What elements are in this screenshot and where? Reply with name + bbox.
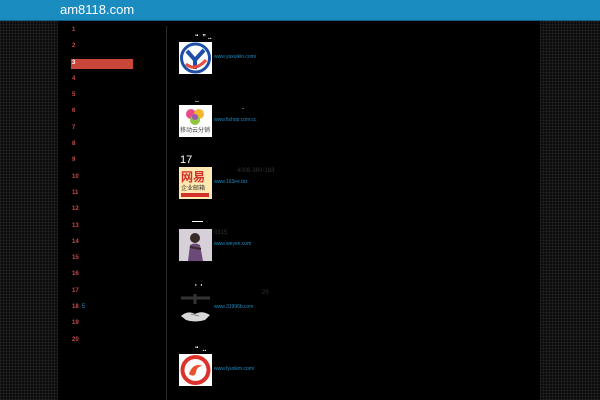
- rank-number: 12: [72, 206, 79, 213]
- rank-number: 17: [72, 287, 79, 294]
- rank-number: 3: [72, 59, 76, 66]
- rank-item-active[interactable]: 3: [71, 58, 133, 69]
- rank-number: 13: [72, 222, 79, 229]
- portrait-logo-icon[interactable]: [179, 229, 212, 261]
- rank-item[interactable]: 11: [71, 189, 133, 205]
- logo-caption: 移动云分销: [180, 128, 211, 134]
- rank-number: 16: [72, 271, 79, 278]
- column-divider: [166, 26, 167, 400]
- site-entry[interactable]: .. 移动云分销 www.fishop.com.cc: [179, 97, 379, 141]
- entry-url[interactable]: www.fyunkm.com/: [214, 366, 254, 372]
- right-pattern: [540, 21, 600, 400]
- rank-number: 2: [72, 43, 76, 50]
- rank-list: 1 2 3 4 5 6 7 8 9 10 11 12 13 14 15 16 1…: [71, 26, 133, 352]
- entry-phone: 4006-360-163: [237, 168, 275, 174]
- entry-url[interactable]: www.weyee.com: [214, 241, 251, 247]
- entry-heading: 17: [180, 154, 193, 166]
- rank-item[interactable]: 20: [71, 336, 133, 352]
- rank-number: 1: [72, 27, 76, 33]
- site-entry[interactable]: ' ' 29 www.31996b.com: [179, 284, 379, 328]
- entry-number: 29: [262, 290, 269, 296]
- entry-heading: “ ” ..: [195, 34, 212, 41]
- rank-item[interactable]: 17: [71, 287, 133, 303]
- rank-item[interactable]: 19: [71, 319, 133, 335]
- entry-url[interactable]: www.fishop.com.cc: [214, 117, 257, 123]
- entry-dash: [192, 221, 203, 222]
- mobile-cloud-logo-icon[interactable]: 移动云分销: [179, 105, 212, 137]
- rank-number: 15: [72, 255, 79, 262]
- rank-number: 4: [72, 75, 76, 82]
- entry-url[interactable]: www.31996b.com: [214, 304, 253, 310]
- entry-heading: ' ': [195, 284, 203, 291]
- rank-item[interactable]: 8: [71, 140, 133, 156]
- rank-item[interactable]: 15: [71, 254, 133, 270]
- swirl-logo-icon[interactable]: [179, 354, 212, 386]
- rank-number: 19: [72, 320, 79, 327]
- yx-logo-icon[interactable]: [179, 42, 212, 74]
- rank-item[interactable]: 4: [71, 75, 133, 91]
- site-entry[interactable]: “ .. www.fyunkm.com/: [179, 346, 379, 390]
- logo-bar: [181, 193, 209, 197]
- rank-item[interactable]: 9: [71, 156, 133, 172]
- rank-number: 5: [72, 92, 76, 99]
- site-entry[interactable]: 17 4006-360-163 网易 企业邮箱 www.163ee.biz: [179, 154, 379, 203]
- rank-item[interactable]: 2: [71, 42, 133, 58]
- entry-url[interactable]: www.yaxuikin.com/: [214, 54, 256, 60]
- handshake-logo-icon[interactable]: [179, 292, 212, 324]
- rank-item[interactable]: 12: [71, 205, 133, 221]
- rank-item[interactable]: 14: [71, 238, 133, 254]
- rank-item[interactable]: 6: [71, 107, 133, 123]
- site-title[interactable]: am8118.com: [60, 1, 134, 19]
- entry-heading: “ ..: [195, 346, 207, 353]
- rank-item[interactable]: 16: [71, 270, 133, 286]
- site-entry[interactable]: “ ” .. www.yaxuikin.com/: [179, 34, 379, 78]
- entry-heading: ..: [195, 97, 199, 104]
- rank-number: 10: [72, 173, 79, 180]
- rank-number: 6: [72, 108, 76, 115]
- entry-number: 0315: [214, 230, 228, 236]
- rank-number: 20: [72, 336, 79, 343]
- site-entry[interactable]: 0315 www.weyee.com: [179, 221, 379, 265]
- rank-number: 9: [72, 157, 76, 164]
- main-content: 1 2 3 4 5 6 7 8 9 10 11 12 13 14 15 16 1…: [58, 21, 540, 400]
- rank-item[interactable]: 10: [71, 173, 133, 189]
- rank-extra: 5: [81, 304, 86, 311]
- rank-number: 14: [72, 238, 79, 245]
- rank-item[interactable]: 13: [71, 222, 133, 238]
- rank-number: 11: [72, 189, 79, 196]
- entry-url[interactable]: www.163ee.biz: [214, 179, 248, 185]
- rank-item[interactable]: 18 5: [71, 303, 133, 319]
- netease-logo-icon[interactable]: 网易 企业邮箱: [179, 167, 212, 199]
- rank-item[interactable]: 5: [71, 91, 133, 107]
- rank-number: 7: [72, 124, 76, 131]
- top-bar: am8118.com: [0, 0, 600, 21]
- rank-number: 18: [72, 304, 79, 311]
- left-pattern: [0, 21, 58, 400]
- rank-item[interactable]: 7: [71, 124, 133, 140]
- logo-text-sub: 企业邮箱: [181, 186, 206, 192]
- entry-mark: [242, 108, 244, 109]
- rank-item[interactable]: 1: [71, 26, 133, 42]
- rank-number: 8: [72, 141, 76, 148]
